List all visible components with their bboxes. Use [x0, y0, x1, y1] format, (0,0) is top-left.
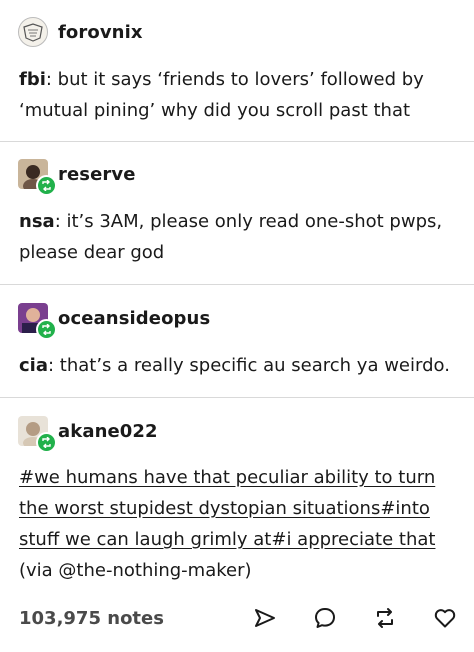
divider — [0, 397, 474, 398]
username[interactable]: akane022 — [58, 421, 158, 442]
text-line: : but it says ‘friends to lovers’ follow… — [45, 69, 424, 90]
divider — [0, 284, 474, 285]
tag-link[interactable]: stuff we can laugh grimly at#i appreciat… — [19, 529, 435, 550]
username[interactable]: forovnix — [58, 22, 143, 43]
reblog-author-row[interactable]: oceansideopus — [18, 302, 210, 340]
reblog-badge-icon — [36, 319, 57, 340]
notes-count[interactable]: 103,975 notes — [19, 608, 164, 629]
speaker-label: cia — [19, 355, 48, 376]
tag-link[interactable]: the worst stupidest dystopian situations… — [19, 498, 430, 519]
text-line: : it’s 3AM, please only read one-shot pw… — [54, 211, 443, 232]
reblog-badge-icon — [36, 175, 57, 196]
reblog-icon[interactable] — [371, 604, 399, 632]
username[interactable]: reserve — [58, 164, 136, 185]
tag-link[interactable]: #we humans have that peculiar ability to… — [19, 467, 435, 488]
emblem-logo-avatar-icon — [18, 17, 48, 47]
via-attribution[interactable]: (via @the-nothing-maker) — [19, 555, 459, 586]
avatar[interactable] — [18, 17, 48, 47]
reblog-author-row[interactable]: reserve — [18, 158, 136, 196]
speaker-label: nsa — [19, 211, 55, 232]
avatar[interactable] — [18, 303, 57, 340]
post-tags: #we humans have that peculiar ability to… — [19, 462, 459, 586]
post-actions — [219, 604, 459, 632]
avatar[interactable] — [18, 159, 57, 196]
avatar[interactable] — [18, 416, 57, 453]
post-text: cia: that’s a really specific au search … — [19, 350, 459, 381]
tumblr-post: forovnix fbi: but it says ‘friends to lo… — [0, 0, 474, 652]
post-text: fbi: but it says ‘friends to lovers’ fol… — [19, 64, 459, 126]
like-icon[interactable] — [431, 604, 459, 632]
text-line: please dear god — [19, 242, 165, 263]
post-footer: 103,975 notes — [19, 600, 459, 636]
share-icon[interactable] — [251, 604, 279, 632]
post-text: nsa: it’s 3AM, please only read one-shot… — [19, 206, 459, 268]
speaker-label: fbi — [19, 69, 46, 90]
text-line: : that’s a really specific au search ya … — [48, 355, 450, 376]
username[interactable]: oceansideopus — [58, 308, 210, 329]
divider — [0, 141, 474, 142]
text-line: ‘mutual pining’ why did you scroll past … — [19, 100, 411, 121]
post-author-row[interactable]: forovnix — [18, 16, 143, 48]
reply-icon[interactable] — [311, 604, 339, 632]
reblog-badge-icon — [36, 432, 57, 453]
reblog-author-row[interactable]: akane022 — [18, 415, 158, 453]
